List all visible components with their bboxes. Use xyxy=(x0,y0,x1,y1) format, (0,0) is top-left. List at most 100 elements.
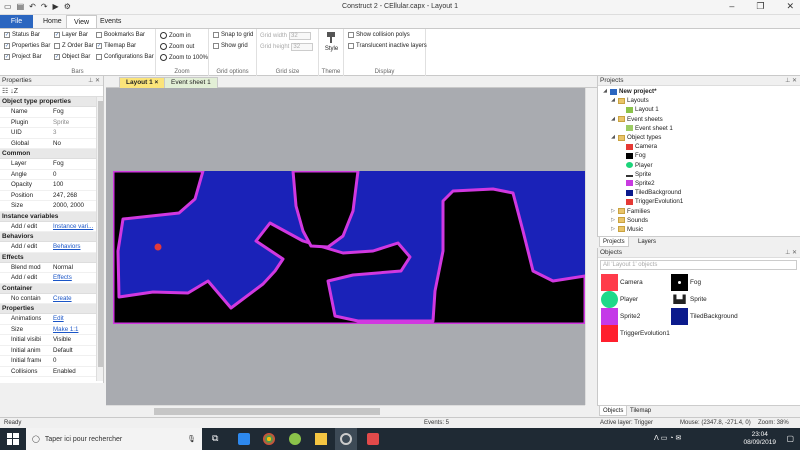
property-row[interactable]: Initial visibil... Visible xyxy=(0,335,103,346)
tab-home[interactable]: Home xyxy=(36,15,69,28)
object-item-camera[interactable]: Camera xyxy=(601,274,643,291)
taskbar-search[interactable]: ◯ Taper ici pour rechercher 🎙 xyxy=(26,428,202,450)
tab-objects[interactable]: Objects xyxy=(599,406,628,416)
zoom-out-button[interactable]: Zoom out xyxy=(160,43,194,50)
object-item-sprite[interactable]: ▙▟ Sprite xyxy=(671,291,706,308)
property-section-header[interactable]: Container xyxy=(0,283,103,294)
pin-icon[interactable]: ⊥ ✕ xyxy=(785,76,797,86)
windows-start-icon[interactable] xyxy=(7,433,19,445)
tree-item[interactable]: ◢ Object types xyxy=(598,133,794,142)
app-icon[interactable] xyxy=(289,433,301,445)
property-section-header[interactable]: Object type properties xyxy=(0,97,103,107)
notifications-icon[interactable]: ▢ xyxy=(786,434,794,443)
property-row[interactable]: Plugin Sprite xyxy=(0,118,103,128)
task-view-icon[interactable]: ⧉ xyxy=(212,433,224,445)
chrome-icon[interactable] xyxy=(263,433,275,445)
property-row[interactable]: Blend mode Normal xyxy=(0,263,103,273)
app-red-icon[interactable] xyxy=(367,433,379,445)
property-row[interactable]: Add / edit Effects xyxy=(0,273,103,284)
show-grid-checkbox[interactable]: Show grid xyxy=(213,43,248,49)
tree-item[interactable]: Layout 1 xyxy=(598,105,794,114)
tree-item[interactable]: TiledBackground xyxy=(598,188,794,197)
tab-file[interactable]: File xyxy=(0,15,33,28)
microphone-icon[interactable]: 🎙 xyxy=(187,435,196,443)
property-section-header[interactable]: Properties xyxy=(0,304,103,314)
object-bar-checkbox[interactable]: ✓ Object Bar xyxy=(54,54,90,60)
tab-layout-1[interactable]: Layout 1 × xyxy=(119,77,166,88)
tree-item[interactable]: ▷ Music xyxy=(598,225,794,234)
tree-item[interactable]: Camera xyxy=(598,142,794,151)
bookmarks-bar-checkbox[interactable]: Bookmarks Bar xyxy=(96,32,145,38)
property-section-header[interactable]: Behaviors xyxy=(0,232,103,242)
tab-tilemap[interactable]: Tilemap xyxy=(627,406,654,416)
tree-item[interactable]: ▷ Sounds xyxy=(598,216,794,225)
tree-item[interactable]: ◢ Layouts xyxy=(598,96,794,105)
object-item-sprite2[interactable]: Sprite2 xyxy=(601,308,640,325)
expand-toggle-icon[interactable]: ▷ xyxy=(610,216,616,225)
tree-item[interactable]: TriggerEvolution1 xyxy=(598,197,794,206)
property-link[interactable]: Make 1:1 xyxy=(41,325,103,335)
tree-item[interactable]: Event sheet 1 xyxy=(598,124,794,133)
property-row[interactable]: Add / edit Behaviors xyxy=(0,242,103,253)
tree-item[interactable]: Sprite xyxy=(598,170,794,179)
property-row[interactable]: No containerCreate xyxy=(0,294,103,304)
tab-projects[interactable]: Projects xyxy=(599,237,629,247)
alphabetical-icon[interactable]: ↓Z xyxy=(10,88,18,95)
tree-item[interactable]: Fog xyxy=(598,151,794,160)
status-bar-checkbox[interactable]: ✓ Status Bar xyxy=(4,32,40,38)
property-section-header[interactable]: Instance variables xyxy=(0,211,103,222)
property-row[interactable]: Initial anim... Default xyxy=(0,346,103,356)
style-dropdown[interactable]: Style xyxy=(321,46,342,52)
tab-layers[interactable]: Layers xyxy=(635,237,659,247)
zoom-100-button[interactable]: Zoom to 100% xyxy=(160,54,208,61)
property-link[interactable]: Create xyxy=(41,294,103,304)
expand-toggle-icon[interactable]: ◢ xyxy=(602,87,608,96)
close-icon[interactable]: ✕ xyxy=(786,1,794,12)
pin-icon[interactable]: ⊥ ✕ xyxy=(88,76,100,86)
tilemap-bar-checkbox[interactable]: ✓ Tilemap Bar xyxy=(96,43,136,49)
pin-icon[interactable]: ⊥ ✕ xyxy=(785,248,797,258)
tree-item[interactable]: Player xyxy=(598,161,794,170)
clock[interactable]: 23:04 08/09/2019 xyxy=(743,431,776,447)
tree-item[interactable]: ▷ Families xyxy=(598,206,794,215)
maximize-icon[interactable]: ❐ xyxy=(756,1,764,12)
property-row[interactable]: Size Make 1:1 xyxy=(0,325,103,335)
property-link[interactable]: Effects xyxy=(41,273,103,283)
configurations-bar-checkbox[interactable]: Configurations Bar xyxy=(96,54,154,60)
properties-scrollbar[interactable] xyxy=(96,97,103,381)
objects-filter[interactable]: All 'Layout 1' objects xyxy=(600,260,797,270)
property-row[interactable]: Collisions Enabled xyxy=(0,367,103,377)
translucent-layers-checkbox[interactable]: Translucent inactive layers xyxy=(348,43,427,49)
file-explorer-icon[interactable] xyxy=(315,433,327,445)
tree-item[interactable]: ◢ Event sheets xyxy=(598,115,794,124)
object-item-tiledbackground[interactable]: TiledBackground xyxy=(671,308,738,325)
project-bar-checkbox[interactable]: ✓ Project Bar xyxy=(4,54,42,60)
layout-view[interactable] xyxy=(113,171,585,324)
property-link[interactable]: Instance vari... xyxy=(41,222,103,232)
collision-polys-checkbox[interactable]: Show collision polys xyxy=(348,32,410,38)
property-row[interactable]: Name Fog xyxy=(0,107,103,118)
construct-active-app[interactable] xyxy=(335,428,357,450)
minimize-icon[interactable]: – xyxy=(729,1,734,12)
property-row[interactable]: Animations Edit xyxy=(0,314,103,325)
layer-bar-checkbox[interactable]: ✓ Layer Bar xyxy=(54,32,88,38)
property-row[interactable]: UID 3 xyxy=(0,128,103,139)
expand-toggle-icon[interactable]: ◢ xyxy=(610,115,616,124)
property-section-header[interactable]: Effects xyxy=(0,252,103,263)
canvas-vertical-scrollbar[interactable] xyxy=(585,88,596,405)
z-order-bar-checkbox[interactable]: Z Order Bar xyxy=(54,43,94,49)
property-row[interactable]: Layer Fog xyxy=(0,159,103,170)
grid-width-field[interactable]: Grid width 32 xyxy=(260,32,312,40)
properties-bar-checkbox[interactable]: ✓ Properties Bar xyxy=(4,43,50,49)
zoom-in-button[interactable]: Zoom in xyxy=(160,32,191,39)
expand-toggle-icon[interactable]: ▷ xyxy=(610,207,616,216)
property-row[interactable]: Angle 0 xyxy=(0,170,103,180)
property-row[interactable]: Size 2000, 2000 xyxy=(0,201,103,212)
property-row[interactable]: Opacity 100 xyxy=(0,180,103,191)
property-row[interactable]: Add / edit Instance vari... xyxy=(0,222,103,232)
object-item-trigger-evolution[interactable]: TriggerEvolution1 xyxy=(601,325,670,342)
edge-icon[interactable] xyxy=(238,433,250,445)
snap-to-grid-checkbox[interactable]: Snap to grid xyxy=(213,32,253,38)
property-row[interactable]: Position 247, 268 xyxy=(0,191,103,201)
object-item-player[interactable]: Player xyxy=(601,291,638,308)
